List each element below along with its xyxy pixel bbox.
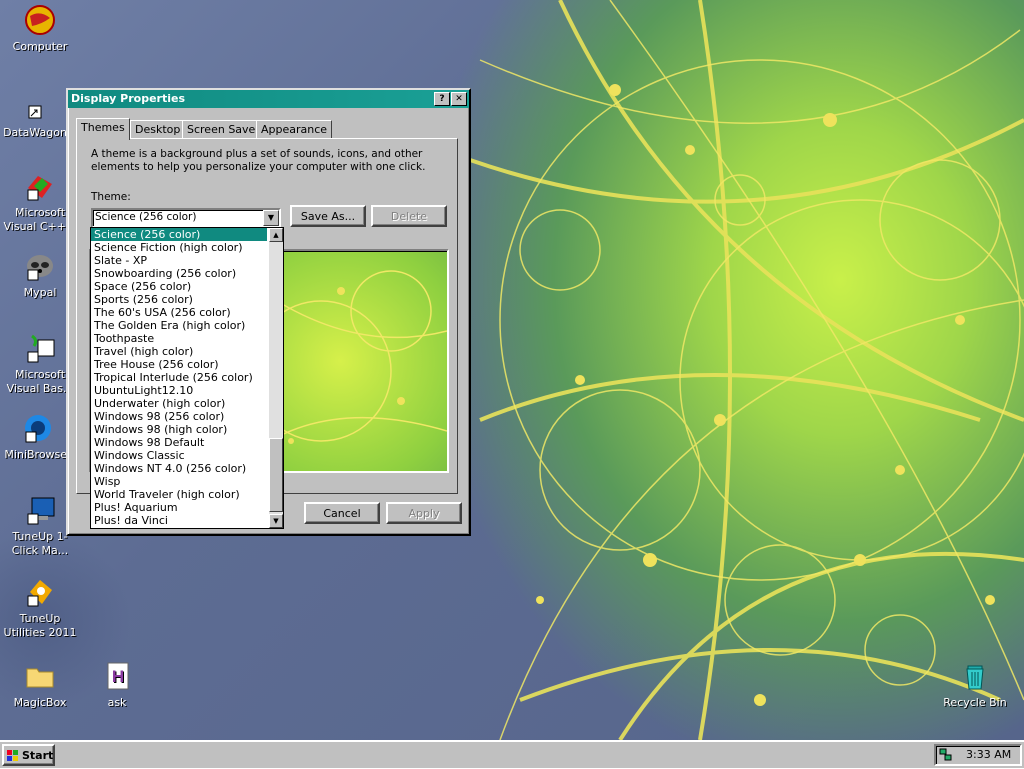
scroll-up-icon[interactable]: ▲ bbox=[269, 228, 283, 242]
visual-basic-icon bbox=[24, 332, 56, 364]
theme-option[interactable]: World Traveler (high color) bbox=[91, 488, 267, 501]
desktop-icon-tuneup-utilities[interactable]: TuneUp Utilities 2011 bbox=[0, 576, 80, 640]
desktop-icon-label: MagicBox bbox=[13, 696, 67, 709]
monitor-icon bbox=[24, 494, 56, 526]
taskbar: Start 3:33 AM bbox=[0, 740, 1024, 768]
theme-option[interactable]: Sports (256 color) bbox=[91, 293, 267, 306]
theme-option[interactable]: Toothpaste bbox=[91, 332, 267, 345]
theme-option[interactable]: The Golden Era (high color) bbox=[91, 319, 267, 332]
desktop-icon-datawagon[interactable]: DataWagon bbox=[0, 90, 75, 140]
desktop-icon-label: ask bbox=[107, 696, 127, 709]
theme-option[interactable]: Science Fiction (high color) bbox=[91, 241, 267, 254]
theme-option[interactable]: Science (256 color) bbox=[91, 228, 267, 241]
desktop-icon-label: Computer bbox=[12, 40, 68, 53]
network-icon[interactable] bbox=[939, 748, 953, 762]
windows-logo-icon bbox=[7, 749, 19, 761]
theme-option[interactable]: Windows NT 4.0 (256 color) bbox=[91, 462, 267, 475]
close-button[interactable]: ✕ bbox=[451, 92, 467, 106]
desktop-icon-label: DataWagon bbox=[3, 126, 67, 139]
theme-option[interactable]: Windows Classic bbox=[91, 449, 267, 462]
tuneup-icon bbox=[24, 576, 56, 608]
theme-option[interactable]: Space (256 color) bbox=[91, 280, 267, 293]
clock[interactable]: 3:33 AM bbox=[966, 748, 1011, 761]
desktop-icon-ask[interactable]: H ask bbox=[77, 660, 157, 710]
theme-option[interactable]: Snowboarding (256 color) bbox=[91, 267, 267, 280]
start-button[interactable]: Start bbox=[2, 744, 55, 766]
theme-option[interactable]: Plus! da Vinci bbox=[91, 514, 267, 527]
desktop-icon-label: TuneUp Utilities 2011 bbox=[3, 612, 77, 639]
tab-themes[interactable]: Themes bbox=[76, 118, 130, 140]
chevron-down-icon[interactable]: ▼ bbox=[263, 210, 279, 226]
cancel-button[interactable]: Cancel bbox=[304, 502, 380, 524]
scrollbar-thumb[interactable] bbox=[269, 438, 283, 512]
theme-option[interactable]: The 60's USA (256 color) bbox=[91, 306, 267, 319]
theme-combobox-value: Science (256 color) bbox=[95, 211, 197, 223]
theme-option[interactable]: Wisp bbox=[91, 475, 267, 488]
theme-option[interactable]: Slate - XP bbox=[91, 254, 267, 267]
theme-combobox[interactable]: Science (256 color) ▼ bbox=[91, 208, 281, 228]
theme-option[interactable]: Tropical Interlude (256 color) bbox=[91, 371, 267, 384]
document-icon: H bbox=[101, 660, 133, 692]
globe-icon bbox=[24, 4, 56, 36]
desktop: Computer DataWagon Microsoft Visual C++.… bbox=[0, 0, 1024, 740]
desktop-icon-recycle-bin[interactable]: Recycle Bin bbox=[935, 660, 1015, 710]
delete-button[interactable]: Delete bbox=[371, 205, 447, 227]
apply-button[interactable]: Apply bbox=[386, 502, 462, 524]
tab-screen-saver[interactable]: Screen Saver bbox=[182, 120, 265, 139]
desktop-icon-computer[interactable]: Computer bbox=[0, 4, 80, 54]
help-button[interactable]: ? bbox=[434, 92, 450, 106]
visual-cpp-icon bbox=[24, 170, 56, 202]
shortcut-icon bbox=[19, 90, 51, 122]
save-as-button[interactable]: Save As... bbox=[290, 205, 366, 227]
theme-option[interactable]: Travel (high color) bbox=[91, 345, 267, 358]
raccoon-icon bbox=[24, 250, 56, 282]
dialog-title-bar[interactable]: Display Properties ? ✕ bbox=[68, 90, 469, 108]
theme-option[interactable]: Windows 98 (high color) bbox=[91, 423, 267, 436]
theme-option[interactable]: Tree House (256 color) bbox=[91, 358, 267, 371]
start-label: Start bbox=[22, 749, 54, 762]
theme-options: Science (256 color) Science Fiction (high… bbox=[91, 228, 267, 527]
browser-icon bbox=[22, 412, 54, 444]
tab-strip: Themes Desktop Screen Saver Appearance bbox=[76, 118, 456, 140]
recycle-bin-icon bbox=[959, 660, 991, 692]
theme-option[interactable]: Underwater (high color) bbox=[91, 397, 267, 410]
folder-icon bbox=[24, 660, 56, 692]
theme-option[interactable]: Plus! Aquarium bbox=[91, 501, 267, 514]
theme-label: Theme: bbox=[91, 191, 131, 203]
desktop-icon-magicbox[interactable]: MagicBox bbox=[0, 660, 80, 710]
system-tray: 3:33 AM bbox=[934, 744, 1022, 766]
scroll-down-icon[interactable]: ▼ bbox=[269, 514, 283, 528]
tab-desktop[interactable]: Desktop bbox=[130, 120, 186, 139]
dialog-title: Display Properties bbox=[71, 92, 186, 105]
theme-option[interactable]: Windows 98 Default bbox=[91, 436, 267, 449]
theme-description: A theme is a background plus a set of so… bbox=[91, 148, 426, 173]
dropdown-scrollbar[interactable]: ▲ ▼ bbox=[269, 228, 283, 528]
theme-dropdown-list: Science (256 color) Science Fiction (high… bbox=[90, 227, 284, 529]
tab-appearance[interactable]: Appearance bbox=[256, 120, 333, 139]
svg-text:H: H bbox=[112, 667, 124, 686]
theme-option[interactable]: UbuntuLight12.10 bbox=[91, 384, 267, 397]
theme-option[interactable]: Windows 98 (256 color) bbox=[91, 410, 267, 423]
desktop-icon-label: Recycle Bin bbox=[943, 696, 1007, 709]
